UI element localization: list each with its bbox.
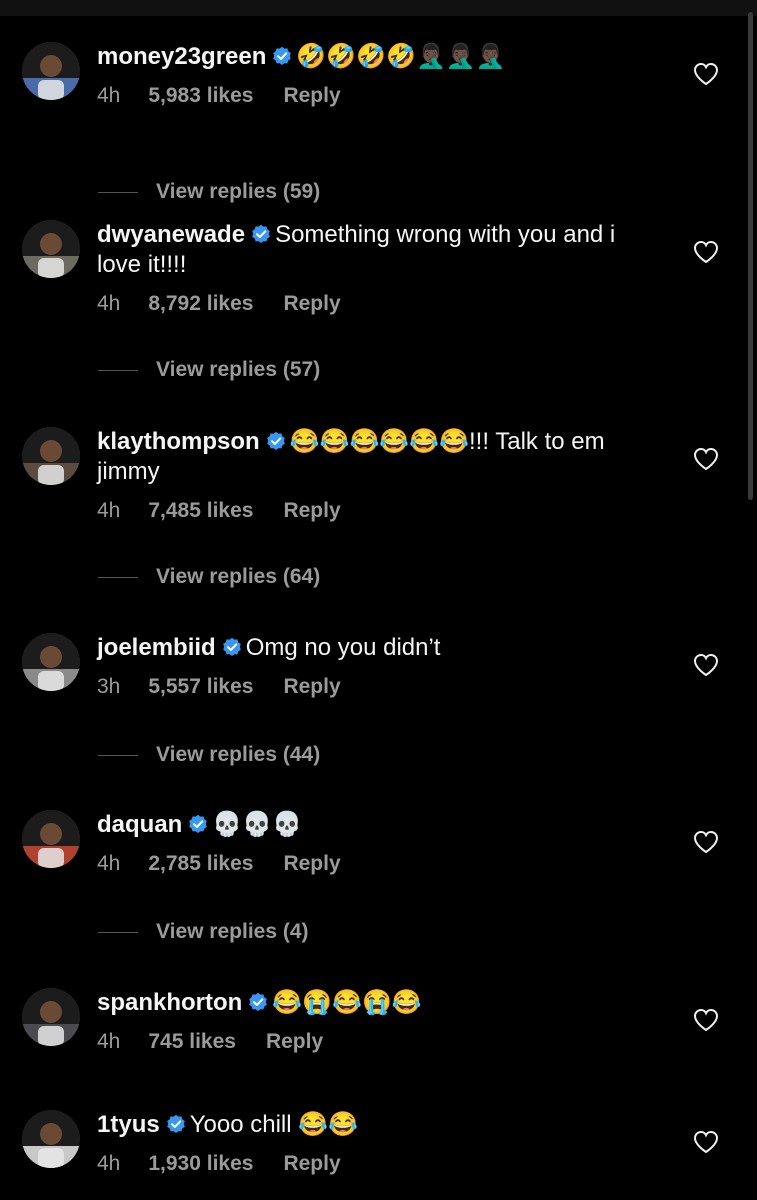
username[interactable]: daquan (97, 811, 182, 838)
timestamp: 3h (97, 675, 121, 698)
like-heart-icon[interactable] (693, 240, 719, 264)
verified-badge-icon (222, 635, 242, 656)
scrollbar[interactable] (748, 12, 753, 500)
username[interactable]: klaythompson (97, 428, 260, 455)
avatar[interactable] (22, 633, 80, 691)
verified-badge-icon (251, 222, 271, 243)
comment-meta: 4h 1,930 likes Reply (97, 1152, 657, 1176)
comment-text-line: spankhorton 😂😭😂😭😂 (97, 988, 657, 1018)
like-heart-icon[interactable] (693, 447, 719, 471)
comment-text-line: 1tyus Yooo chill 😂😂 (97, 1110, 657, 1140)
comment-text-line: klaythompson 😂😂😂😂😂😂!!! Talk to em jimmy (97, 427, 657, 487)
view-replies-button[interactable]: View replies (57) (98, 358, 320, 382)
replies-divider (98, 191, 138, 193)
view-replies-label[interactable]: View replies (59) (156, 180, 320, 203)
reply-button[interactable]: Reply (283, 675, 340, 699)
likes-count[interactable]: 5,557 likes (148, 675, 253, 699)
comment-text: 💀💀💀 (212, 811, 302, 838)
replies-divider (98, 754, 138, 756)
like-heart-icon[interactable] (693, 1130, 719, 1154)
comment-meta: 4h 745 likes Reply (97, 1030, 657, 1054)
comment-meta: 3h 5,557 likes Reply (97, 675, 657, 699)
view-replies-label[interactable]: View replies (4) (156, 920, 309, 943)
comment-text: Yooo chill 😂😂 (189, 1111, 358, 1138)
view-replies-label[interactable]: View replies (44) (156, 743, 320, 766)
timestamp: 4h (97, 1152, 121, 1175)
verified-badge-icon (248, 990, 268, 1011)
reply-button[interactable]: Reply (283, 499, 340, 523)
reply-button[interactable]: Reply (266, 1030, 323, 1054)
comment-text-line: joelembiid Omg no you didn’t (97, 633, 657, 663)
reply-button[interactable]: Reply (283, 1152, 340, 1176)
username[interactable]: spankhorton (97, 989, 242, 1016)
username[interactable]: money23green (97, 43, 266, 70)
likes-count[interactable]: 7,485 likes (148, 499, 253, 523)
avatar[interactable] (22, 1110, 80, 1168)
comment-text: 🤣🤣🤣🤣🤦🏿‍♂️🤦🏿‍♂️🤦🏿‍♂️ (296, 43, 506, 70)
username[interactable]: joelembiid (97, 634, 216, 661)
reply-button[interactable]: Reply (283, 852, 340, 876)
replies-divider (98, 576, 138, 578)
comment-text-line: dwyanewade Something wrong with you and i… (97, 220, 657, 280)
likes-count[interactable]: 5,983 likes (148, 84, 253, 108)
timestamp: 4h (97, 292, 121, 315)
comment-meta: 4h 8,792 likes Reply (97, 292, 657, 316)
view-replies-button[interactable]: View replies (64) (98, 565, 320, 589)
username[interactable]: dwyanewade (97, 221, 245, 248)
likes-count[interactable]: 745 likes (148, 1030, 236, 1054)
view-replies-label[interactable]: View replies (64) (156, 565, 320, 588)
avatar[interactable] (22, 810, 80, 868)
like-heart-icon[interactable] (693, 1008, 719, 1032)
view-replies-button[interactable]: View replies (44) (98, 743, 320, 767)
verified-badge-icon (272, 44, 292, 65)
verified-badge-icon (166, 1112, 186, 1133)
status-bar (0, 0, 757, 16)
view-replies-button[interactable]: View replies (4) (98, 920, 309, 944)
comment-meta: 4h 2,785 likes Reply (97, 852, 657, 876)
timestamp: 4h (97, 499, 121, 522)
comment-text-line: money23green 🤣🤣🤣🤣🤦🏿‍♂️🤦🏿‍♂️🤦🏿‍♂️ (97, 42, 657, 72)
likes-count[interactable]: 8,792 likes (148, 292, 253, 316)
avatar[interactable] (22, 220, 80, 278)
replies-divider (98, 369, 138, 371)
reply-button[interactable]: Reply (283, 292, 340, 316)
verified-badge-icon (266, 429, 286, 450)
likes-count[interactable]: 1,930 likes (148, 1152, 253, 1176)
timestamp: 4h (97, 852, 121, 875)
likes-count[interactable]: 2,785 likes (148, 852, 253, 876)
timestamp: 4h (97, 1030, 121, 1053)
username[interactable]: 1tyus (97, 1111, 160, 1138)
comment-meta: 4h 5,983 likes Reply (97, 84, 657, 108)
verified-badge-icon (188, 812, 208, 833)
avatar[interactable] (22, 42, 80, 100)
avatar[interactable] (22, 988, 80, 1046)
comment-text: Omg no you didn’t (245, 634, 441, 661)
comment-meta: 4h 7,485 likes Reply (97, 499, 657, 523)
comment-text: 😂😭😂😭😂 (272, 989, 422, 1016)
view-replies-button[interactable]: View replies (59) (98, 180, 320, 204)
like-heart-icon[interactable] (693, 62, 719, 86)
like-heart-icon[interactable] (693, 830, 719, 854)
timestamp: 4h (97, 84, 121, 107)
view-replies-label[interactable]: View replies (57) (156, 358, 320, 381)
reply-button[interactable]: Reply (283, 84, 340, 108)
replies-divider (98, 931, 138, 933)
comment-text-line: daquan 💀💀💀 (97, 810, 657, 840)
like-heart-icon[interactable] (693, 653, 719, 677)
avatar[interactable] (22, 427, 80, 485)
